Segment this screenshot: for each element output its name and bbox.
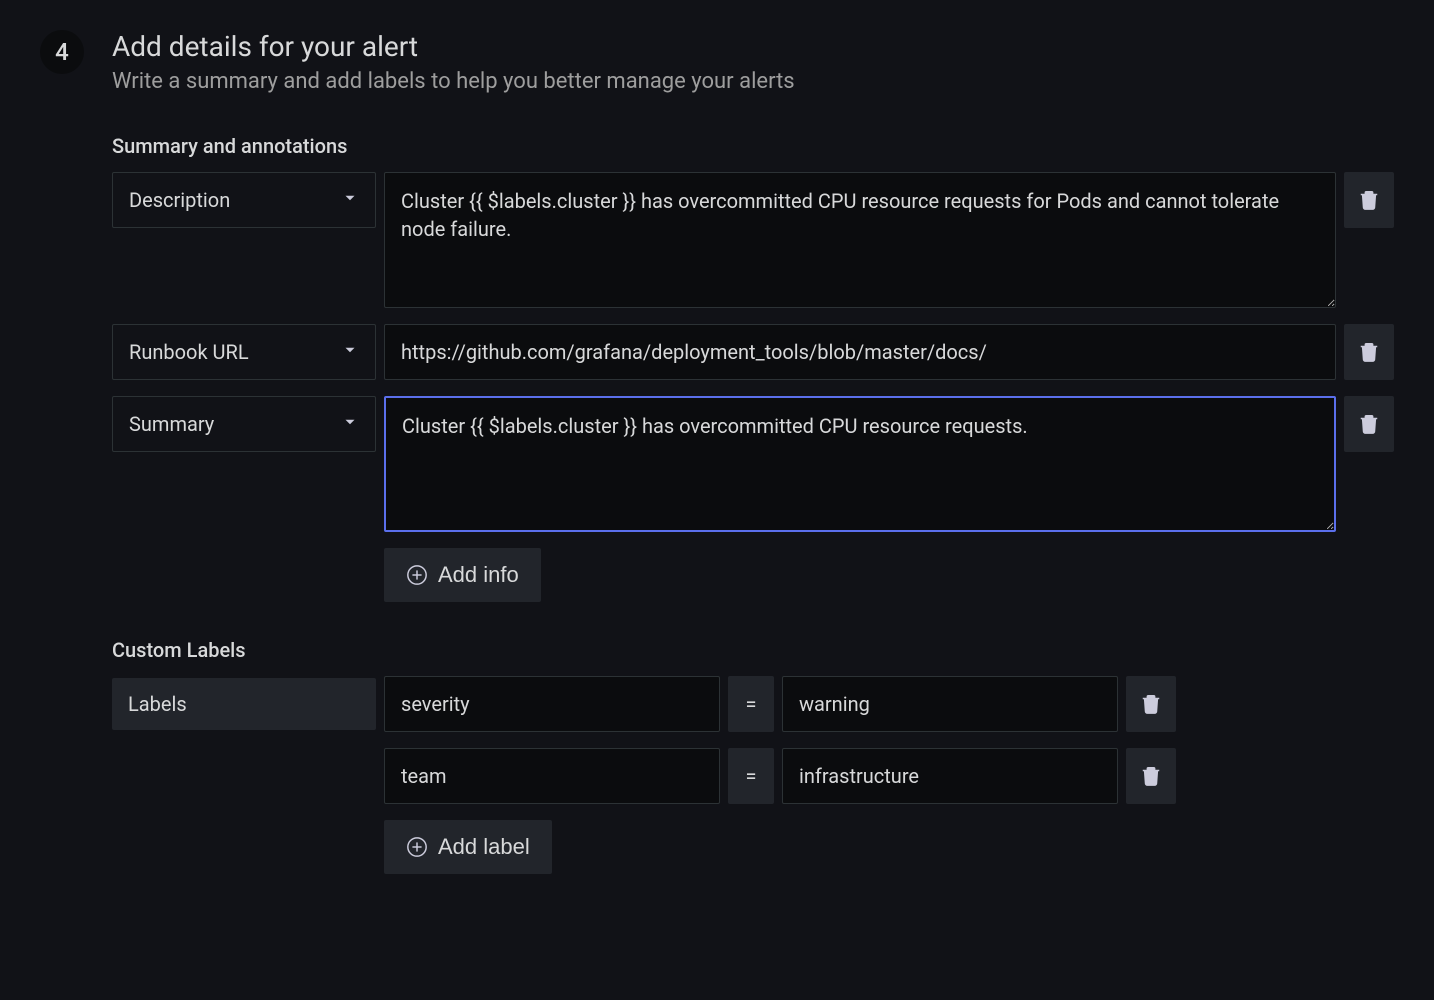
equals-operator: = <box>728 748 774 804</box>
annotation-key-label: Runbook URL <box>129 340 249 364</box>
trash-icon <box>1358 413 1380 435</box>
label-key-input[interactable] <box>384 676 720 732</box>
add-info-label: Add info <box>438 562 519 588</box>
labels-tag: Labels <box>112 678 376 730</box>
plus-circle-icon <box>406 836 428 858</box>
trash-icon <box>1358 189 1380 211</box>
annotation-row: Summary <box>112 396 1394 532</box>
step-header: 4 Add details for your alert Write a sum… <box>40 30 1394 94</box>
label-row: Labels = <box>112 676 1394 732</box>
label-value-input[interactable] <box>782 676 1118 732</box>
annotation-value-input[interactable] <box>384 396 1336 532</box>
annotation-key-select[interactable]: Description <box>112 172 376 228</box>
custom-labels-section-label: Custom Labels <box>112 638 1394 662</box>
step-number-badge: 4 <box>40 30 84 74</box>
plus-circle-icon <box>406 564 428 586</box>
step-subtitle: Write a summary and add labels to help y… <box>112 69 795 94</box>
step-title: Add details for your alert <box>112 30 795 63</box>
annotation-key-select[interactable]: Runbook URL <box>112 324 376 380</box>
annotations-section-label: Summary and annotations <box>112 134 1394 158</box>
chevron-down-icon <box>341 188 359 212</box>
add-label-button[interactable]: Add label <box>384 820 552 874</box>
trash-icon <box>1140 765 1162 787</box>
add-label-label: Add label <box>438 834 530 860</box>
label-row: = <box>112 748 1394 804</box>
label-key-input[interactable] <box>384 748 720 804</box>
annotation-key-select[interactable]: Summary <box>112 396 376 452</box>
delete-annotation-button[interactable] <box>1344 172 1394 228</box>
trash-icon <box>1140 693 1162 715</box>
annotation-key-label: Summary <box>129 412 214 436</box>
annotation-row: Runbook URL <box>112 324 1394 380</box>
delete-label-button[interactable] <box>1126 676 1176 732</box>
trash-icon <box>1358 341 1380 363</box>
delete-annotation-button[interactable] <box>1344 324 1394 380</box>
annotation-value-input[interactable] <box>384 324 1336 380</box>
annotation-key-label: Description <box>129 188 230 212</box>
annotation-value-input[interactable] <box>384 172 1336 308</box>
annotation-row: Description <box>112 172 1394 308</box>
add-info-button[interactable]: Add info <box>384 548 541 602</box>
delete-label-button[interactable] <box>1126 748 1176 804</box>
label-value-input[interactable] <box>782 748 1118 804</box>
chevron-down-icon <box>341 340 359 364</box>
delete-annotation-button[interactable] <box>1344 396 1394 452</box>
chevron-down-icon <box>341 412 359 436</box>
equals-operator: = <box>728 676 774 732</box>
